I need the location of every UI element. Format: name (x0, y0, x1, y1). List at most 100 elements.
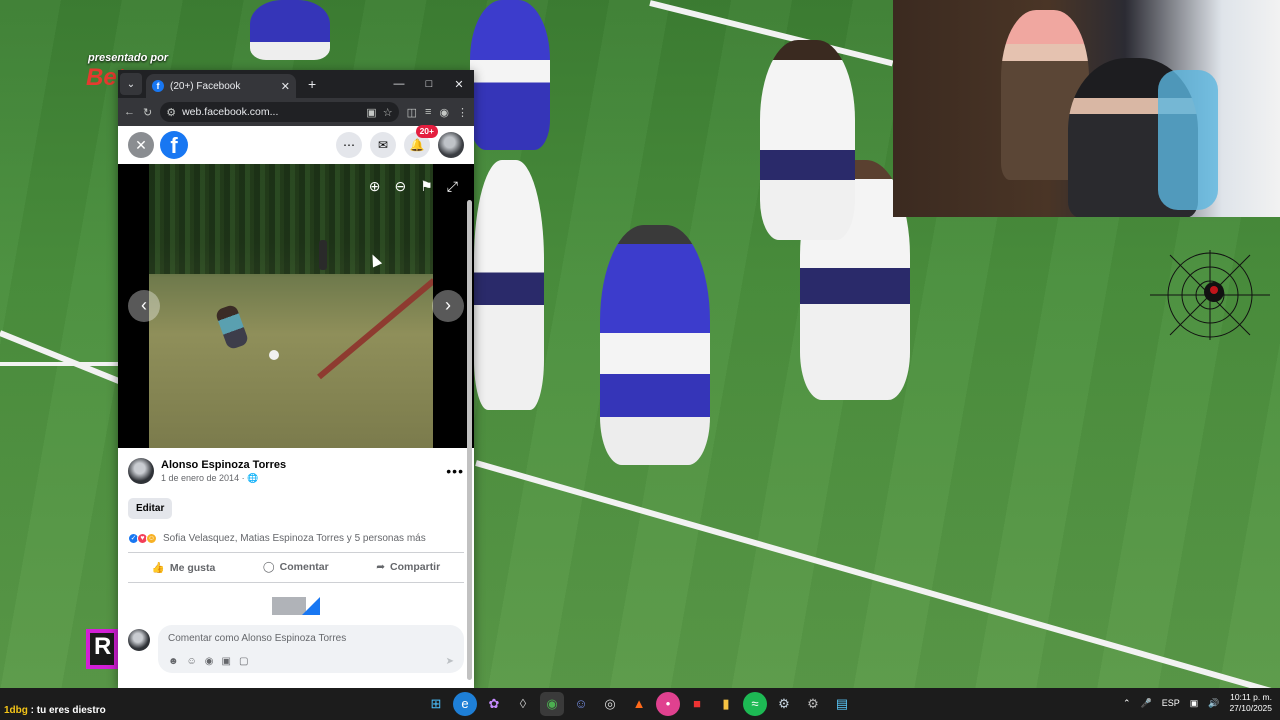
comment-button[interactable]: ◯ Comentar (263, 561, 329, 574)
player-blue (470, 0, 550, 150)
network-icon[interactable]: ▣ (1190, 698, 1199, 709)
comment-bubble-icon: ◯ (262, 561, 275, 573)
maximize-button[interactable]: □ (414, 78, 444, 91)
emoji-icon[interactable]: ☺ (187, 656, 197, 667)
background-person (319, 240, 327, 270)
reactions-text: Sofia Velasquez, Matias Espinoza Torres … (163, 533, 426, 544)
send-icon[interactable]: ➤ (446, 656, 454, 667)
spotify-icon[interactable]: ≈ (743, 692, 767, 716)
fullscreen-icon[interactable]: ⤢ (447, 178, 458, 195)
player-white (760, 40, 855, 240)
reload-icon[interactable]: ↻ (143, 106, 152, 119)
volume-icon[interactable]: 🔊 (1208, 698, 1219, 709)
address-bar[interactable]: ⚙ web.facebook.com... ▣ ☆ (160, 102, 399, 122)
language-indicator[interactable]: ESP (1162, 698, 1180, 708)
pitch-line (649, 0, 894, 67)
sponsor-text: presentado por (88, 52, 169, 64)
store-icon[interactable]: ◊ (511, 692, 535, 716)
next-photo-button[interactable]: › (432, 290, 464, 322)
install-app-icon[interactable]: ▣ (366, 106, 376, 119)
tab-title: (20+) Facebook (170, 80, 241, 92)
copilot-icon[interactable]: ✿ (482, 692, 506, 716)
profile-icon[interactable]: ◉ (439, 106, 449, 119)
menu-kebab-icon[interactable]: ⋮ (457, 106, 468, 119)
previous-photo-button[interactable]: ‹ (128, 290, 160, 322)
chrome-icon[interactable]: ◉ (540, 692, 564, 716)
notification-badge: 20+ (415, 125, 438, 138)
microphone-icon[interactable]: 🎤 (1140, 698, 1151, 709)
brave-icon[interactable]: ▲ (627, 692, 651, 716)
bookmark-star-icon[interactable]: ☆ (383, 106, 393, 119)
media-control-icon[interactable]: ≡ (425, 106, 431, 118)
start-icon[interactable]: ⊞ (424, 692, 448, 716)
comment-placeholder: Comentar como Alonso Espinoza Torres (168, 633, 347, 644)
messenger-button[interactable]: ✉ (370, 132, 396, 158)
close-tab-icon[interactable]: ✕ (281, 80, 290, 93)
gif-icon[interactable]: ▣ (221, 656, 230, 667)
browser-tab[interactable]: f (20+) Facebook ✕ (146, 74, 296, 98)
soccer-ball (269, 350, 279, 360)
more-options-icon[interactable]: ••• (446, 463, 464, 479)
avatar-sticker-icon[interactable]: ☻ (168, 656, 179, 667)
reactions-summary[interactable]: ✓ ♥ ☺ Sofia Velasquez, Matias Espinoza T… (128, 533, 464, 553)
pitch-line (0, 330, 131, 389)
back-icon[interactable]: ← (124, 106, 135, 118)
discord-icon[interactable]: ☺ (569, 692, 593, 716)
chevron-up-icon[interactable]: ⌃ (1123, 698, 1131, 709)
scrollbar[interactable] (467, 200, 472, 680)
file-explorer-icon[interactable]: ▮ (714, 692, 738, 716)
gaming-chair (1158, 70, 1218, 210)
pink-app-icon[interactable]: • (656, 692, 680, 716)
comment-tools: ☻ ☺ ◉ ▣ ▢ (168, 656, 248, 667)
taskbar-apps: ⊞ e ✿ ◊ ◉ ☺ ◎ ▲ • ■ ▮ ≈ ⚙ ⚙ ▤ (424, 692, 854, 716)
share-button[interactable]: ➦ Compartir (376, 561, 440, 574)
chat-text: : tu eres diestro (27, 705, 106, 716)
notepad-icon[interactable]: ▤ (830, 692, 854, 716)
clock[interactable]: 10:11 p. m. 27/10/2025 (1229, 692, 1272, 714)
close-photo-button[interactable]: ✕ (128, 132, 154, 158)
photo-tools: ⊕ ⊖ ⚑ ⤢ (369, 178, 458, 195)
account-avatar[interactable] (438, 132, 464, 158)
comment-input[interactable]: Comentar como Alonso Espinoza Torres ☻ ☺… (158, 625, 464, 673)
minimize-button[interactable]: — (384, 78, 414, 91)
new-tab-button[interactable]: + (308, 76, 316, 92)
red-app-icon[interactable]: ■ (685, 692, 709, 716)
photo-viewer[interactable]: ⊕ ⊖ ⚑ ⤢ ‹ › (118, 164, 474, 448)
notifications-button[interactable]: 🔔 20+ (404, 125, 438, 158)
tag-icon[interactable]: ⚑ (420, 178, 433, 195)
browser-window[interactable]: ⌄ f (20+) Facebook ✕ + — □ ✕ ← ↻ ⚙ web.f… (118, 70, 474, 688)
edit-button[interactable]: Editar (128, 498, 173, 519)
camera-icon[interactable]: ◉ (205, 656, 214, 667)
like-button[interactable]: 👍 Me gusta (152, 561, 216, 574)
sticker-icon[interactable]: ▢ (239, 656, 248, 667)
obs-icon[interactable]: ◎ (598, 692, 622, 716)
extensions-icon[interactable]: ◫ (407, 106, 417, 119)
author-name[interactable]: Alonso Espinoza Torres (161, 459, 286, 471)
facebook-logo[interactable]: f (160, 131, 188, 159)
tab-search-button[interactable]: ⌄ (120, 73, 142, 95)
fence-rail (317, 278, 433, 380)
haha-reaction-icon: ☺ (146, 533, 157, 544)
settings-icon[interactable]: ⚙ (801, 692, 825, 716)
close-window-button[interactable]: ✕ (444, 78, 474, 91)
steam-icon[interactable]: ⚙ (772, 692, 796, 716)
globe-icon: 🌐 (247, 472, 259, 483)
url-text: web.facebook.com... (182, 106, 279, 118)
facebook-header: ✕ f ⋯ ✉ 🔔 20+ (118, 125, 474, 164)
share-arrow-icon: ➦ (376, 561, 386, 573)
edge-icon[interactable]: e (453, 692, 477, 716)
author-avatar[interactable] (128, 458, 154, 484)
chat-message: 1dbg : tu eres diestro (4, 705, 106, 716)
windows-taskbar: ⊞ e ✿ ◊ ◉ ☺ ◎ ▲ • ■ ▮ ≈ ⚙ ⚙ ▤ ⌃ 🎤 ESP ▣ … (0, 688, 1280, 720)
menu-grid-button[interactable]: ⋯ (336, 132, 362, 158)
zoom-in-icon[interactable]: ⊕ (369, 178, 381, 195)
chat-username: 1dbg (4, 705, 28, 716)
player-blue (250, 0, 330, 60)
clock-time: 10:11 p. m. (1230, 692, 1272, 702)
site-info-icon[interactable]: ⚙ (166, 106, 176, 119)
post-date: 1 de enero de 2014 · 🌐 (161, 472, 259, 483)
spider-web-icon (1150, 250, 1270, 340)
zoom-out-icon[interactable]: ⊖ (395, 178, 407, 195)
post-details: Alonso Espinoza Torres 1 de enero de 201… (118, 448, 474, 673)
browser-toolbar: ← ↻ ⚙ web.facebook.com... ▣ ☆ ◫ ≡ ◉ ⋮ (118, 98, 474, 126)
